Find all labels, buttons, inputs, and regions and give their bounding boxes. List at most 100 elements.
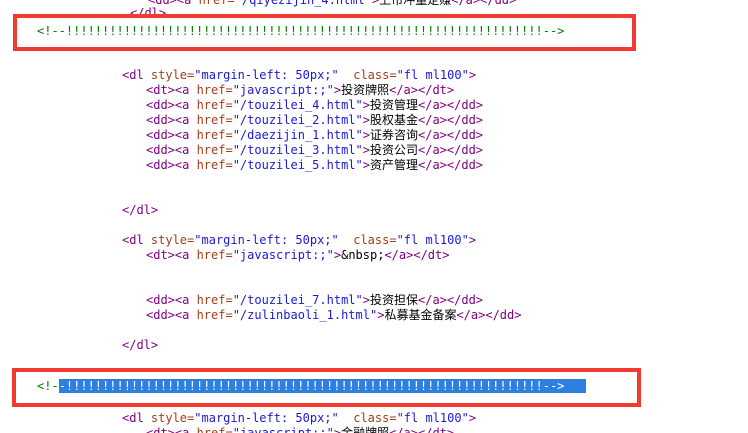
- code-line: <dd><a href="/touzilei_4.html">投资管理</a><…: [146, 98, 483, 113]
- code-token-tag: <dd><a: [146, 128, 197, 142]
- code-token-tag: >: [334, 83, 341, 97]
- code-token-value: "javascript:;": [233, 248, 334, 262]
- code-line: </dl>: [122, 203, 158, 218]
- code-token-text: &nbsp;: [341, 248, 384, 262]
- code-token-tag: </dl>: [122, 203, 158, 217]
- code-token-attribute: href=: [197, 143, 233, 157]
- code-token-value: "/touzilei_4.html": [233, 98, 363, 112]
- code-token-attribute: href=: [197, 248, 233, 262]
- code-line: <dt><a href="javascript:;">&nbsp;</a></d…: [146, 248, 449, 263]
- code-token-tag: >: [363, 143, 370, 157]
- code-token-value: "margin-left: 50px;": [194, 68, 339, 82]
- code-token-tag: >: [469, 68, 476, 82]
- code-token-tag: >: [363, 293, 370, 307]
- code-token-tag: </dl>: [130, 6, 166, 20]
- code-token-tag: <dd><a: [146, 113, 197, 127]
- code-line: <dl style="margin-left: 50px;" class="fl…: [122, 411, 476, 426]
- code-token-tag: <dl: [122, 233, 151, 247]
- code-token-attribute: href=: [197, 426, 233, 433]
- code-token-value: "/qiyezijin_4.html": [235, 0, 372, 7]
- code-token-tag: </a></dd>: [418, 98, 483, 112]
- code-token-tag: >: [334, 248, 341, 262]
- code-line: </dl>: [122, 338, 158, 353]
- code-token-attribute: href=: [197, 293, 233, 307]
- code-token-tag: >: [363, 113, 370, 127]
- code-token-attribute: href=: [197, 308, 233, 322]
- code-line: <dl style="margin-left: 50px;" class="fl…: [122, 233, 476, 248]
- code-token-value: "/zulinbaoli_1.html": [233, 308, 378, 322]
- code-token-attribute: style=: [151, 233, 194, 247]
- code-token-tag: >: [363, 98, 370, 112]
- code-token-text: 上市冲量定赚: [379, 0, 451, 7]
- code-token-value: "/touzilei_2.html": [233, 113, 363, 127]
- code-token-value: "fl ml100": [397, 411, 469, 425]
- code-token-tag: </a></dd>: [451, 0, 516, 7]
- code-line: <dd><a href="/daezijin_1.html">证券咨询</a><…: [146, 128, 483, 143]
- code-token-tag: <dd><a: [146, 98, 197, 112]
- code-token-value: "margin-left: 50px;": [194, 411, 339, 425]
- code-token-tag: >: [334, 426, 341, 433]
- code-token-text: 投资担保: [370, 293, 418, 307]
- code-token-tag: </a></dt>: [389, 83, 454, 97]
- code-token-tag: <dd><a: [146, 308, 197, 322]
- code-token-attribute: href=: [197, 98, 233, 112]
- code-token-attribute: href=: [197, 158, 233, 172]
- code-token-tag: </dl>: [122, 338, 158, 352]
- code-token-value: "/touzilei_3.html": [233, 143, 363, 157]
- code-token-tag: >: [469, 233, 476, 247]
- selection-highlight: -!!!!!!!!!!!!!!!!!!!!!!!!!!!!!!!!!!!!!!!…: [59, 379, 586, 393]
- source-code-viewer: <dd><a href="/qiyezijin_4.html">上市冲量定赚</…: [0, 0, 748, 433]
- code-token-text: [339, 233, 353, 247]
- code-token-tag: <dt><a: [146, 426, 197, 433]
- code-token-value: "fl ml100": [397, 233, 469, 247]
- code-token-tag: </a></dd>: [456, 308, 521, 322]
- code-token-text: [339, 68, 353, 82]
- code-token-tag: <dd><a: [146, 293, 197, 307]
- code-token-tag: <dt><a: [146, 83, 197, 97]
- code-token-value: "/touzilei_7.html": [233, 293, 363, 307]
- code-token-attribute: href=: [197, 83, 233, 97]
- code-token-text: 私募基金备案: [384, 308, 456, 322]
- code-token-tag: </a></dt>: [384, 248, 449, 262]
- code-token-comment: <!--!!!!!!!!!!!!!!!!!!!!!!!!!!!!!!!!!!!!…: [37, 24, 564, 38]
- code-token-attribute: class=: [353, 68, 396, 82]
- code-token-attribute: href=: [199, 0, 235, 7]
- code-token-tag: </a></dd>: [418, 293, 483, 307]
- code-token-comment: <!-: [37, 379, 59, 393]
- code-token-text: 投资管理: [370, 98, 418, 112]
- code-token-tag: <dl: [122, 68, 151, 82]
- code-line: <dt><a href="javascript:;">投资牌照</a></dt>: [146, 83, 454, 98]
- code-line: <dd><a href="/touzilei_5.html">资产管理</a><…: [146, 158, 483, 173]
- code-line: <dd><a href="/qiyezijin_4.html">上市冲量定赚</…: [148, 0, 516, 8]
- code-line: <dt><a href="javascript:;">金融牌照</a></dt>: [146, 426, 454, 433]
- code-token-tag: </a></dd>: [418, 128, 483, 142]
- code-token-tag: <dd><a: [146, 143, 197, 157]
- code-token-text: 股权基金: [370, 113, 418, 127]
- code-token-text: 证券咨询: [370, 128, 418, 142]
- code-token-tag: >: [363, 128, 370, 142]
- code-token-tag: </a></dt>: [389, 426, 454, 433]
- code-token-value: "/touzilei_5.html": [233, 158, 363, 172]
- code-token-tag: </a></dd>: [418, 158, 483, 172]
- code-token-attribute: class=: [353, 411, 396, 425]
- code-line: <dl style="margin-left: 50px;" class="fl…: [122, 68, 476, 83]
- code-token-value: "margin-left: 50px;": [194, 233, 339, 247]
- code-token-value: "javascript:;": [233, 83, 334, 97]
- code-token-tag: <dt><a: [146, 248, 197, 262]
- code-token-value: "fl ml100": [397, 68, 469, 82]
- code-token-text: [339, 411, 353, 425]
- code-token-tag: <dd><a: [146, 158, 197, 172]
- code-token-tag: >: [469, 411, 476, 425]
- code-token-text: 投资牌照: [341, 83, 389, 97]
- code-token-attribute: style=: [151, 68, 194, 82]
- code-line: <dd><a href="/zulinbaoli_1.html">私募基金备案<…: [146, 308, 521, 323]
- code-token-attribute: style=: [151, 411, 194, 425]
- code-token-text: 资产管理: [370, 158, 418, 172]
- code-token-tag: >: [363, 158, 370, 172]
- code-line: <!--!!!!!!!!!!!!!!!!!!!!!!!!!!!!!!!!!!!!…: [37, 379, 586, 394]
- code-token-tag: <dl: [122, 411, 151, 425]
- code-line: </dl>: [130, 6, 166, 21]
- code-line: <!--!!!!!!!!!!!!!!!!!!!!!!!!!!!!!!!!!!!!…: [37, 24, 564, 39]
- code-line: <dd><a href="/touzilei_3.html">投资公司</a><…: [146, 143, 483, 158]
- code-line: <dd><a href="/touzilei_2.html">股权基金</a><…: [146, 113, 483, 128]
